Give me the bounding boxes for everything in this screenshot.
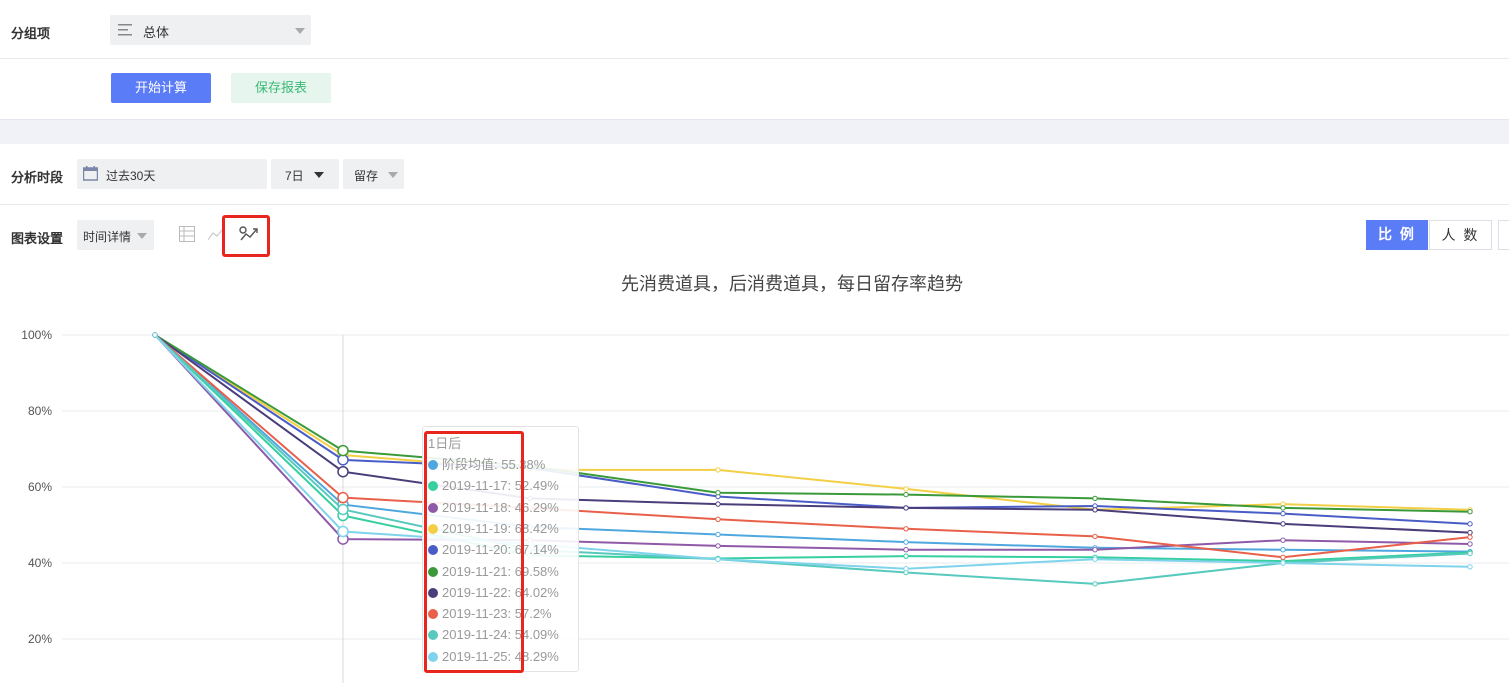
data-point [903, 539, 909, 545]
series-line [154, 334, 1471, 553]
data-point [337, 491, 349, 504]
group-select[interactable]: 总体 [110, 15, 311, 45]
data-point [903, 491, 909, 498]
metric-select[interactable]: 留存 [343, 159, 404, 189]
data-point [1280, 547, 1286, 553]
save-report-button[interactable]: 保存报表 [231, 73, 331, 103]
data-point [903, 547, 909, 553]
data-point [903, 526, 909, 532]
data-point [337, 444, 349, 457]
data-point [1280, 505, 1286, 511]
data-point [715, 543, 721, 549]
group-label: 分组项 [11, 26, 51, 41]
data-point [1092, 507, 1098, 513]
data-point [337, 525, 349, 538]
y-tick-label: 80% [28, 404, 52, 418]
data-point [1092, 547, 1098, 553]
data-point [1092, 581, 1098, 587]
date-range-select[interactable]: 过去30天 [77, 159, 267, 189]
ratio-toggle[interactable]: 比 例 [1366, 220, 1428, 250]
chevron-down-icon [295, 28, 305, 34]
y-tick-label: 60% [28, 480, 52, 494]
data-point [1280, 537, 1286, 543]
date-range-value: 过去30天 [106, 169, 156, 183]
data-point [337, 465, 349, 478]
data-point [1092, 556, 1098, 562]
period-label: 分析时段 [11, 170, 64, 185]
data-point [337, 503, 349, 516]
data-point [903, 505, 909, 511]
group-select-value: 总体 [143, 25, 170, 40]
data-point [1467, 550, 1473, 557]
data-point [1467, 564, 1473, 570]
start-calc-button[interactable]: 开始计算 [111, 73, 211, 103]
data-point [1467, 534, 1473, 540]
data-point [903, 566, 909, 572]
highlight-box [424, 431, 524, 673]
data-point [715, 501, 721, 507]
metric-select-value: 留存 [354, 169, 379, 183]
day-select-value: 7日 [285, 169, 304, 183]
data-point [1280, 521, 1286, 527]
section-separator [0, 119, 1509, 144]
chevron-down-icon [314, 172, 324, 178]
data-point [152, 332, 158, 338]
extra-toggle[interactable] [1498, 220, 1509, 250]
data-point [1467, 521, 1473, 527]
data-point [1280, 560, 1286, 566]
retention-line-chart: 先消费道具，后消费道具，每日留存率趋势 100% 80% 60% 40% 20% [21, 274, 1509, 683]
series-line [154, 334, 1471, 511]
data-point [715, 467, 721, 473]
data-point [715, 490, 721, 496]
data-point [715, 531, 721, 538]
data-point [1280, 510, 1286, 517]
time-detail-value: 时间详情 [83, 230, 132, 244]
data-point [1467, 529, 1473, 536]
chevron-down-icon [388, 172, 398, 178]
day-select[interactable]: 7日 [271, 159, 339, 189]
count-toggle[interactable]: 人 数 [1429, 220, 1492, 250]
series-line [154, 334, 1471, 513]
y-tick-label: 100% [21, 328, 52, 342]
data-point [903, 553, 909, 559]
calendar-icon [82, 166, 99, 184]
chart-settings-label: 图表设置 [11, 231, 64, 246]
data-point [1280, 554, 1286, 560]
chevron-down-icon [137, 233, 147, 239]
chart-title: 先消费道具，后消费道具，每日留存率趋势 [621, 274, 963, 294]
list-icon [118, 23, 132, 37]
series-line [154, 334, 1471, 525]
table-view-icon[interactable] [179, 226, 195, 247]
data-point [1467, 509, 1473, 515]
time-detail-select[interactable]: 时间详情 [77, 220, 154, 250]
data-point [715, 516, 721, 522]
data-point [337, 454, 349, 466]
y-tick-label: 40% [28, 556, 52, 570]
data-point [1467, 541, 1473, 547]
data-point [1092, 495, 1098, 502]
line-chart-icon[interactable] [207, 226, 223, 247]
data-point [715, 556, 721, 562]
series-line [154, 334, 1471, 563]
highlight-box [222, 215, 270, 257]
data-point [1092, 533, 1098, 540]
data-point [903, 486, 909, 492]
y-tick-label: 20% [28, 632, 52, 646]
